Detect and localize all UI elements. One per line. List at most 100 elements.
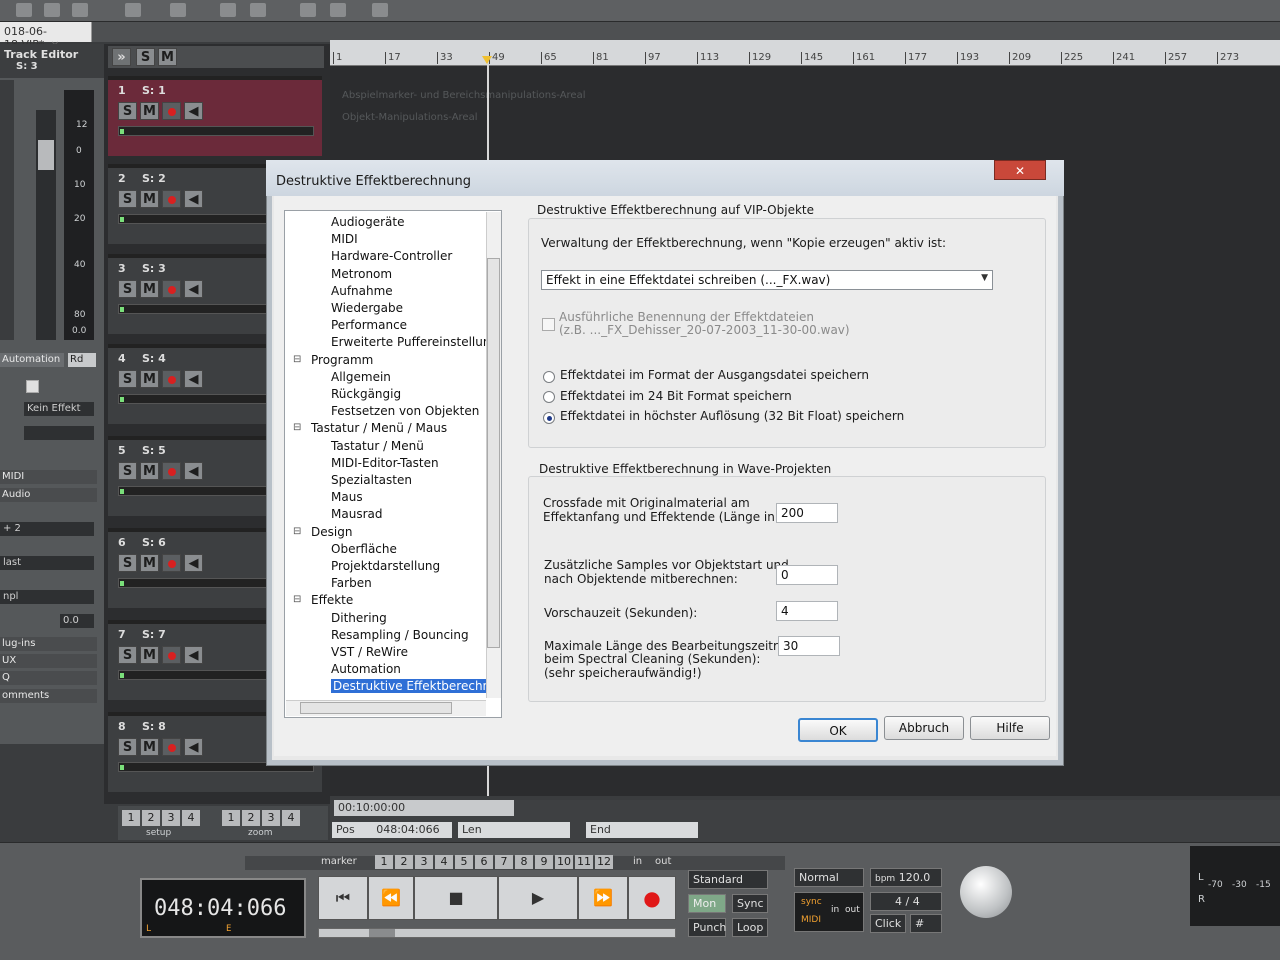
format-32bit-float-radio[interactable] xyxy=(543,412,555,424)
fader-knob[interactable] xyxy=(38,140,54,170)
tree-item[interactable]: Rückgängig xyxy=(331,387,401,401)
rewind-button[interactable]: ⏪ xyxy=(368,876,414,920)
settings-tree[interactable]: Audiogeräte MIDI Hardware-Controller Metron… xyxy=(284,210,502,718)
mon-button[interactable]: Mon xyxy=(688,894,726,913)
effect-mode-dropdown[interactable]: Effekt in eine Effektdatei schreiben (..… xyxy=(541,270,993,290)
setup-1-button[interactable]: 1 xyxy=(122,810,140,826)
zoom-4-button[interactable]: 4 xyxy=(282,810,300,826)
cancel-button[interactable]: Abbruch xyxy=(884,716,964,740)
tree-item[interactable]: Maus xyxy=(331,490,363,504)
marker-button[interactable]: 9 xyxy=(535,855,553,869)
solo-button[interactable]: S xyxy=(118,554,137,572)
record-arm-icon[interactable] xyxy=(162,646,181,664)
mute-button[interactable]: M xyxy=(140,190,159,208)
monitor-speaker-icon[interactable]: ◀ xyxy=(184,370,203,388)
setup-4-button[interactable]: 4 xyxy=(182,810,200,826)
tree-item[interactable]: Hardware-Controller xyxy=(331,249,452,263)
help-button[interactable]: Hilfe xyxy=(970,716,1050,740)
tree-item[interactable]: Farben xyxy=(331,576,372,590)
mute-all-button[interactable]: M xyxy=(158,48,177,66)
tree-item[interactable]: Tastatur / Menü xyxy=(331,439,424,453)
bpm-field[interactable]: bpm 120.0 xyxy=(870,868,942,887)
solo-button[interactable]: S xyxy=(118,102,137,120)
pointer-icon[interactable] xyxy=(125,3,141,17)
marker-button[interactable]: 12 xyxy=(595,855,613,869)
undo-icon[interactable] xyxy=(372,3,388,17)
effect-field[interactable]: Kein Effekt xyxy=(24,402,94,416)
tree-item[interactable]: Effekte xyxy=(293,593,353,607)
solo-button[interactable]: S xyxy=(118,738,137,756)
record-arm-icon[interactable] xyxy=(162,370,181,388)
expand-icon[interactable]: » xyxy=(112,48,131,66)
crossfade-input[interactable]: 200 xyxy=(776,503,838,523)
tree-vertical-scroll-thumb[interactable] xyxy=(487,258,500,648)
open-icon[interactable] xyxy=(16,3,32,17)
monitor-speaker-icon[interactable]: ◀ xyxy=(184,646,203,664)
mode-select[interactable]: Standard xyxy=(688,870,768,889)
marker-button[interactable]: 7 xyxy=(495,855,513,869)
loop-button[interactable]: Loop xyxy=(732,918,768,937)
tree-item[interactable]: Festsetzen von Objekten xyxy=(331,404,479,418)
mute-button[interactable]: M xyxy=(140,646,159,664)
mute-button[interactable]: M xyxy=(140,370,159,388)
timeline-ruler[interactable]: 1 17 33 49 65 81 97 113 129 145 161 177 193 209 225 241… xyxy=(330,40,1280,66)
samples-input[interactable]: 0 xyxy=(776,565,838,585)
tree-item[interactable]: Resampling / Bouncing xyxy=(331,628,469,642)
marker-button[interactable]: 6 xyxy=(475,855,493,869)
out-marker[interactable]: out xyxy=(655,856,671,867)
plugins-section[interactable]: lug-ins xyxy=(0,637,97,651)
record-arm-icon[interactable] xyxy=(162,738,181,756)
marker-button[interactable]: 1 xyxy=(375,855,393,869)
maxlen-input[interactable]: 30 xyxy=(778,636,840,656)
stop-button[interactable]: ■ xyxy=(414,876,498,920)
input-field[interactable]: + 2 xyxy=(0,522,94,536)
marker-button[interactable]: 2 xyxy=(395,855,413,869)
sync-button[interactable]: Sync xyxy=(732,894,768,913)
tree-item[interactable]: Tastatur / Menü / Maus xyxy=(293,421,447,435)
mute-button[interactable]: M xyxy=(140,102,159,120)
cut-icon[interactable] xyxy=(220,3,236,17)
click-button[interactable]: Click xyxy=(870,914,906,933)
marker-button[interactable]: 4 xyxy=(435,855,453,869)
record-arm-icon[interactable] xyxy=(162,102,181,120)
monitor-speaker-icon[interactable]: ◀ xyxy=(184,102,203,120)
tree-item[interactable]: Allgemein xyxy=(331,370,391,384)
len-field[interactable]: Len xyxy=(458,822,570,838)
automation-checkbox[interactable] xyxy=(26,380,39,393)
preview-input[interactable]: 4 xyxy=(776,601,838,621)
mute-button[interactable]: M xyxy=(140,738,159,756)
jog-wheel[interactable] xyxy=(960,866,1012,918)
dialog-title-bar[interactable]: Destruktive Effektberechnung xyxy=(266,160,1064,196)
tree-item[interactable]: Projektdarstellung xyxy=(331,559,440,573)
dialog-close-button[interactable]: ✕ xyxy=(994,160,1046,180)
copy-icon[interactable] xyxy=(250,3,266,17)
tree-item[interactable]: Spezialtasten xyxy=(331,473,412,487)
track-row[interactable]: 1 S: 1 S M ◀ xyxy=(108,76,322,156)
monitor-speaker-icon[interactable]: ◀ xyxy=(184,554,203,572)
mute-button[interactable]: M xyxy=(140,554,159,572)
mute-button[interactable]: M xyxy=(140,462,159,480)
volume-fader[interactable] xyxy=(36,110,56,340)
tree-item[interactable]: Performance xyxy=(331,318,407,332)
record-mode-select[interactable]: Normal xyxy=(794,868,864,887)
tree-item[interactable]: Destruktive Effektberechnung xyxy=(331,679,501,694)
tree-item[interactable]: VST / ReWire xyxy=(331,645,408,659)
solo-button[interactable]: S xyxy=(118,280,137,298)
end-field[interactable]: End xyxy=(586,822,698,838)
tree-item[interactable]: Automation xyxy=(331,662,401,676)
record-arm-icon[interactable] xyxy=(162,554,181,572)
format-24bit-radio[interactable] xyxy=(543,391,555,403)
setup-3-button[interactable]: 3 xyxy=(162,810,180,826)
npl-field[interactable]: npl xyxy=(0,590,94,604)
tree-item[interactable]: Oberfläche xyxy=(331,542,397,556)
tree-item[interactable]: MIDI-Editor-Tasten xyxy=(331,456,439,470)
detailed-naming-checkbox[interactable] xyxy=(542,318,555,331)
comments-section[interactable]: omments xyxy=(0,689,97,703)
tree-item[interactable]: Audiogeräte xyxy=(331,215,404,229)
punch-button[interactable]: Punch xyxy=(688,918,726,937)
monitor-speaker-icon[interactable]: ◀ xyxy=(184,190,203,208)
monitor-speaker-icon[interactable]: ◀ xyxy=(184,738,203,756)
save-icon[interactable] xyxy=(44,3,60,17)
solo-all-button[interactable]: S xyxy=(136,48,155,66)
audio-section[interactable]: Audio xyxy=(0,488,97,502)
